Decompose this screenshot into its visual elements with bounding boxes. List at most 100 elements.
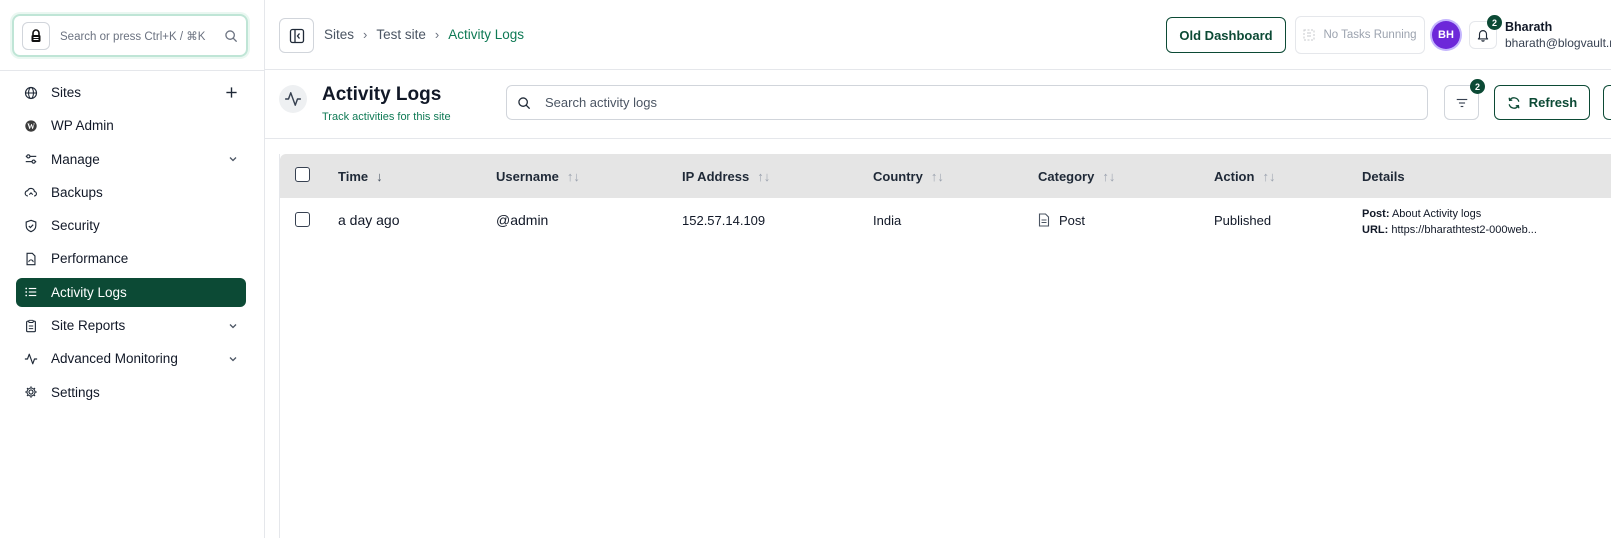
bell-icon [1477, 30, 1489, 42]
sidebar-item-label: Performance [51, 251, 129, 267]
table-row[interactable]: a day ago @admin 152.57.14.109 India Pos… [280, 198, 1611, 242]
column-time[interactable]: Time ↓ [338, 154, 383, 198]
column-username[interactable]: Username ↑↓ [496, 154, 580, 198]
breadcrumb-current: Activity Logs [448, 27, 525, 42]
old-dashboard-button[interactable]: Old Dashboard [1166, 17, 1286, 53]
chevron-down-icon [228, 145, 238, 174]
cell-username: @admin [496, 212, 549, 228]
column-label: Action [1214, 168, 1255, 184]
chevron-right-icon: › [363, 27, 368, 42]
sidebar-item-site-reports[interactable]: Site Reports [16, 311, 246, 340]
panel-left-icon [289, 28, 304, 43]
refresh-button[interactable]: Refresh [1494, 85, 1590, 120]
activity-icon [279, 85, 307, 113]
cell-category: Post [1038, 198, 1085, 242]
category-label: Post [1059, 212, 1086, 228]
filter-icon [1456, 98, 1467, 107]
brand-logo[interactable] [22, 21, 50, 50]
chevron-down-icon [228, 344, 238, 373]
clipboard-icon [24, 319, 38, 333]
globe-icon [24, 86, 38, 100]
sidebar-nav: Sites W WP Admin Manage Backups Security [16, 78, 246, 411]
cell-ip-address: 152.57.14.109 [682, 212, 766, 228]
sidebar-item-manage[interactable]: Manage [16, 145, 246, 174]
collapse-sidebar-button[interactable] [279, 18, 314, 53]
activity-search-input[interactable] [545, 95, 1427, 110]
sliders-icon [24, 152, 38, 166]
plus-icon [226, 87, 237, 98]
sidebar: Search or press Ctrl+K / ⌘K Sites W WP A… [0, 0, 265, 538]
sidebar-item-activity-logs[interactable]: Activity Logs [16, 277, 246, 307]
row-checkbox[interactable] [295, 212, 310, 227]
file-gauge-icon [24, 252, 38, 266]
filter-button[interactable]: 2 [1444, 79, 1485, 120]
activity-search[interactable] [506, 85, 1428, 120]
user-menu[interactable]: Bharath bharath@blogvault.n [1505, 20, 1611, 50]
sidebar-item-security[interactable]: Security [16, 211, 246, 240]
sidebar-item-label: Manage [51, 151, 100, 167]
user-name: Bharath [1505, 20, 1553, 34]
details-url: URL: https://bharathtest2-000web... [1362, 222, 1537, 238]
tasks-icon [1303, 29, 1315, 41]
cell-time: a day ago [338, 212, 400, 228]
sort-icon: ↑↓ [566, 168, 580, 184]
column-category[interactable]: Category ↑↓ [1038, 154, 1115, 198]
sort-icon: ↑↓ [930, 168, 944, 184]
column-label: Country [873, 168, 923, 184]
shield-icon [24, 219, 38, 233]
details-url-label: URL: [1362, 224, 1389, 236]
filter-badge: 2 [1470, 79, 1485, 94]
column-label: Time [338, 168, 369, 184]
column-country[interactable]: Country ↑↓ [873, 154, 944, 198]
search-icon [225, 29, 237, 42]
sidebar-item-label: Sites [51, 85, 82, 100]
refresh-label: Refresh [1528, 95, 1578, 110]
svg-text:W: W [27, 122, 35, 131]
global-search[interactable]: Search or press Ctrl+K / ⌘K [12, 14, 248, 57]
page-title: Activity Logs [322, 84, 442, 105]
document-icon [1038, 213, 1050, 227]
column-ip-address[interactable]: IP Address ↑↓ [682, 154, 770, 198]
details-url-value[interactable]: https://bharathtest2-000web... [1391, 224, 1537, 236]
more-actions-button[interactable] [1603, 85, 1611, 120]
cloud-icon [24, 185, 38, 199]
sort-icon: ↑↓ [1262, 168, 1276, 184]
sidebar-item-advanced-monitoring[interactable]: Advanced Monitoring [16, 344, 246, 373]
column-action[interactable]: Action ↑↓ [1214, 154, 1275, 198]
lock-logo-icon [31, 28, 41, 42]
breadcrumb: Sites › Test site › Activity Logs [324, 27, 524, 42]
details-post-label: Post: [1362, 208, 1390, 220]
top-header: Sites › Test site › Activity Logs Old Da… [265, 0, 1611, 70]
sidebar-item-sites[interactable]: Sites [16, 78, 246, 107]
notifications-button[interactable]: 2 [1469, 15, 1502, 49]
cell-action: Published [1214, 212, 1272, 228]
sidebar-item-label: Security [51, 218, 100, 234]
page-subtitle: Track activities for this site [322, 111, 451, 123]
column-details: Details [1362, 154, 1405, 198]
table-header: Time ↓ Username ↑↓ IP Address ↑↓ Country ↑↓ … [280, 154, 1611, 198]
user-email: bharath@blogvault.n [1505, 36, 1611, 50]
column-label: IP Address [682, 168, 750, 184]
tasks-label: No Tasks Running [1323, 29, 1417, 41]
details-post-value: About Activity logs [1391, 208, 1482, 220]
add-site-button[interactable] [225, 78, 238, 107]
sidebar-item-wp-admin[interactable]: W WP Admin [16, 111, 246, 140]
search-icon [518, 96, 530, 109]
sidebar-item-backups[interactable]: Backups [16, 178, 246, 207]
sidebar-item-performance[interactable]: Performance [16, 244, 246, 273]
tasks-status[interactable]: No Tasks Running [1295, 16, 1425, 54]
activity-icon [24, 352, 38, 366]
sort-icon: ↑↓ [1102, 168, 1116, 184]
column-label: Username [496, 168, 559, 184]
sidebar-divider [0, 70, 265, 71]
global-search-placeholder: Search or press Ctrl+K / ⌘K [60, 30, 206, 43]
page-header: Activity Logs Track activities for this … [265, 71, 1611, 139]
breadcrumb-test-site[interactable]: Test site [376, 27, 426, 42]
sort-icon: ↑↓ [757, 168, 771, 184]
avatar[interactable]: BH [1432, 21, 1460, 49]
breadcrumb-sites[interactable]: Sites [324, 27, 354, 42]
sidebar-item-settings[interactable]: Settings [16, 378, 246, 407]
column-label: Category [1038, 168, 1095, 184]
cell-details: Post: About Activity logs URL: https://b… [1362, 206, 1537, 238]
select-all-checkbox[interactable] [295, 167, 310, 182]
